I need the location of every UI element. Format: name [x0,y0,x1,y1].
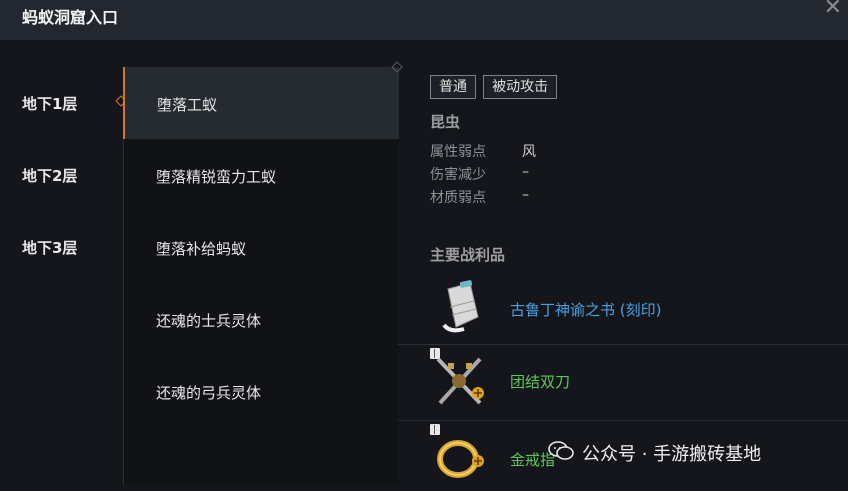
monster-name: 堕落工蚁 [157,96,218,114]
monster-item-1[interactable]: 堕落工蚁 [123,67,399,139]
tag-row: 普通 被动攻击 [430,75,559,99]
monster-list: 堕落工蚁 堕落精锐蛮力工蚁 堕落补给蚂蚁 还魂的士兵灵体 还魂的弓兵灵体 [123,67,399,485]
monster-name: 还魂的弓兵灵体 [156,384,262,402]
attribute-value: 风 [522,144,536,160]
floor-list: 地下1层 地下2层 地下3层 [0,67,127,283]
floor-item-3[interactable]: 地下3层 [0,211,122,283]
tag-passive-attack: 被动攻击 [483,75,558,99]
floor-item-1[interactable]: 地下1层 [0,67,127,139]
attribute-label: 属性弱点 [430,144,486,160]
loot-name: 团结双刀 [510,373,571,391]
title-bar: 蚂蚁洞窟入口 ✕ [0,0,848,40]
attribute-row: 属性弱点 风 [430,141,536,161]
loot-title: 主要战利品 [430,246,506,264]
gold-ring-icon [437,440,484,478]
window-title: 蚂蚁洞窟入口 [22,8,119,27]
floor-item-2[interactable]: 地下2层 [0,139,122,211]
watermark-text: 公众号 · 手游搬砖基地 [582,444,762,465]
attribute-value: – [522,187,529,203]
close-icon[interactable]: ✕ [824,0,842,19]
attribute-row: 材质弱点 – [430,187,529,207]
loot-name: 古鲁丁神谕之书 (刻印) [510,301,662,319]
monster-name: 堕落精锐蛮力工蚁 [156,168,277,186]
watermark: 公众号 · 手游搬砖基地 [548,437,828,467]
attribute-value: – [522,164,529,180]
scroll-icon [442,280,479,333]
floor-label: 地下3层 [22,239,78,257]
attribute-label: 伤害减少 [430,167,486,183]
monster-name: 还魂的士兵灵体 [156,312,262,330]
loot-item[interactable]: 团结双刀 [398,344,848,415]
monster-name: 堕落补给蚂蚁 [156,240,247,258]
floor-label: 地下1层 [22,95,78,113]
monster-item-4[interactable]: 还魂的士兵灵体 [124,283,399,355]
loot-item[interactable]: 古鲁丁神谕之书 (刻印) [398,273,848,343]
monster-item-2[interactable]: 堕落精锐蛮力工蚁 [124,139,399,211]
tag-normal: 普通 [430,75,476,99]
dual-blades-icon [436,357,484,405]
monster-detail-panel: 普通 被动攻击 昆虫 属性弱点 风 伤害减少 – 材质弱点 – 主要战利品 古鲁… [398,67,848,485]
attribute-row: 伤害减少 – [430,164,529,184]
floor-label: 地下2层 [22,167,78,185]
monster-item-5[interactable]: 还魂的弓兵灵体 [124,355,399,427]
attribute-label: 材质弱点 [430,190,486,206]
monster-type: 昆虫 [430,113,461,131]
wechat-icon [548,441,574,460]
monster-item-3[interactable]: 堕落补给蚂蚁 [124,211,399,283]
